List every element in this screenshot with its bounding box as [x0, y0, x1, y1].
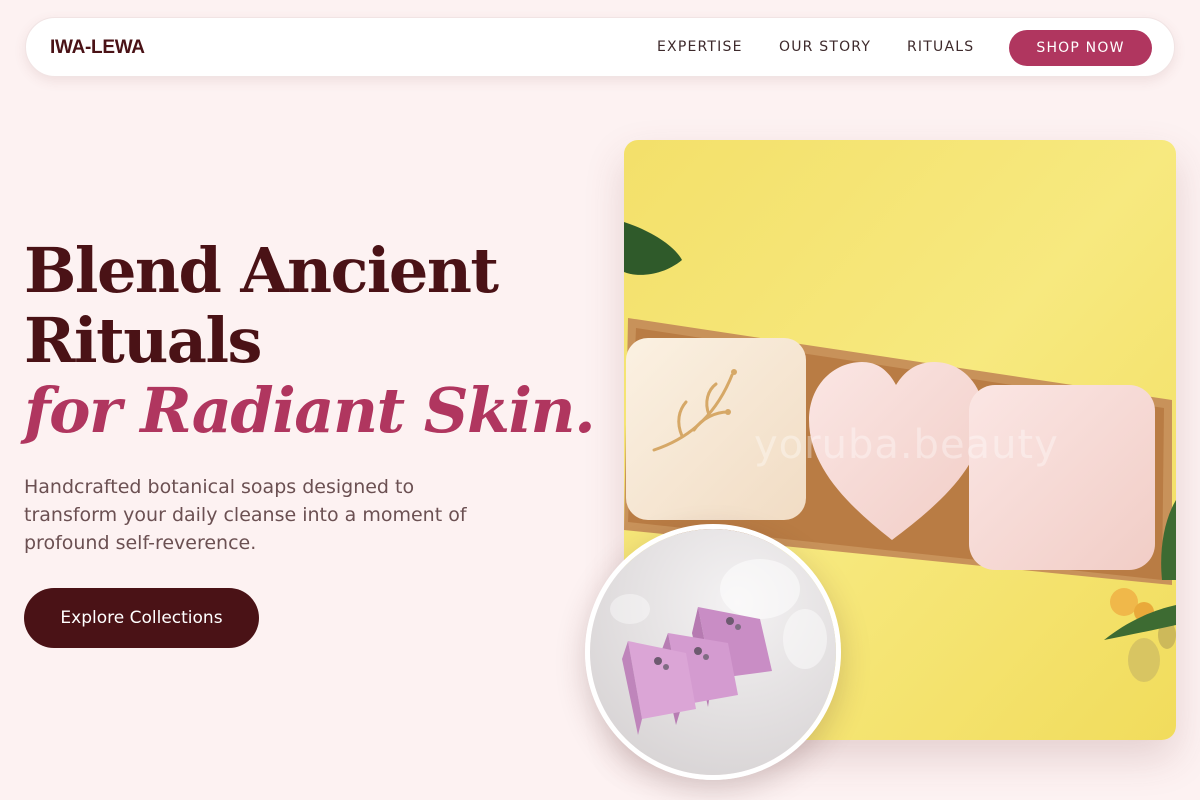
nav-link-our-story[interactable]: OUR STORY	[779, 39, 871, 55]
nav-link-expertise[interactable]: EXPERTISE	[657, 39, 743, 55]
hero-headline: Blend Ancient Rituals for Radiant Skin.	[24, 234, 596, 447]
lavender-soap-inset-image	[585, 524, 841, 780]
image-watermark: yoruba.beauty	[754, 422, 1059, 468]
explore-collections-button[interactable]: Explore Collections	[24, 588, 259, 648]
soap-bar-rounded	[969, 385, 1155, 570]
headline-line-1: Blend Ancient	[24, 234, 499, 307]
headline-line-2: Rituals	[24, 304, 262, 377]
top-navbar: IWA-LEWA EXPERTISE OUR STORY RITUALS SHO…	[25, 17, 1175, 77]
brand-logo[interactable]: IWA-LEWA	[50, 37, 145, 59]
lavender-soap-illustration	[590, 529, 836, 775]
shop-now-button[interactable]: SHOP NOW	[1009, 30, 1152, 66]
hero-subcopy: Handcrafted botanical soaps designed to …	[24, 476, 467, 554]
nav-link-rituals[interactable]: RITUALS	[907, 39, 974, 55]
headline-accent: for Radiant Skin.	[24, 374, 596, 447]
